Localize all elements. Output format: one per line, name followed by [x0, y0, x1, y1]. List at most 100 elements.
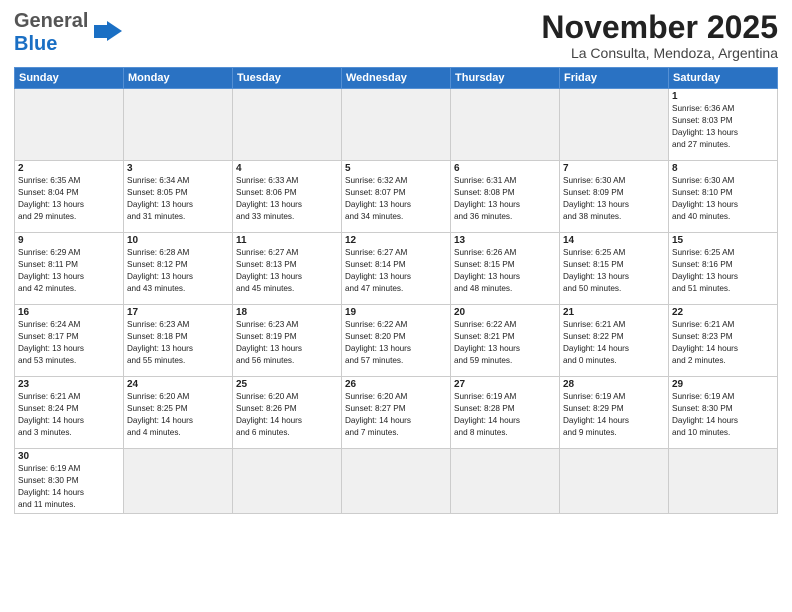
- table-row: 17Sunrise: 6:23 AMSunset: 8:18 PMDayligh…: [124, 305, 233, 377]
- table-row: [669, 449, 778, 514]
- table-row: 11Sunrise: 6:27 AMSunset: 8:13 PMDayligh…: [233, 233, 342, 305]
- table-row: [560, 449, 669, 514]
- table-row: 24Sunrise: 6:20 AMSunset: 8:25 PMDayligh…: [124, 377, 233, 449]
- day-number: 18: [236, 307, 338, 318]
- day-info: Sunrise: 6:27 AMSunset: 8:13 PMDaylight:…: [236, 247, 338, 295]
- day-number: 21: [563, 307, 665, 318]
- day-number: 7: [563, 163, 665, 174]
- table-row: 1Sunrise: 6:36 AMSunset: 8:03 PMDaylight…: [669, 89, 778, 161]
- day-number: 30: [18, 451, 120, 462]
- header-sunday: Sunday: [15, 68, 124, 89]
- day-info: Sunrise: 6:25 AMSunset: 8:15 PMDaylight:…: [563, 247, 665, 295]
- day-number: 17: [127, 307, 229, 318]
- day-info: Sunrise: 6:20 AMSunset: 8:27 PMDaylight:…: [345, 391, 447, 439]
- table-row: [15, 89, 124, 161]
- day-info: Sunrise: 6:22 AMSunset: 8:20 PMDaylight:…: [345, 319, 447, 367]
- table-row: 18Sunrise: 6:23 AMSunset: 8:19 PMDayligh…: [233, 305, 342, 377]
- day-number: 13: [454, 235, 556, 246]
- day-info: Sunrise: 6:23 AMSunset: 8:19 PMDaylight:…: [236, 319, 338, 367]
- day-info: Sunrise: 6:21 AMSunset: 8:22 PMDaylight:…: [563, 319, 665, 367]
- table-row: 2Sunrise: 6:35 AMSunset: 8:04 PMDaylight…: [15, 161, 124, 233]
- table-row: [342, 449, 451, 514]
- table-row: 22Sunrise: 6:21 AMSunset: 8:23 PMDayligh…: [669, 305, 778, 377]
- table-row: [560, 89, 669, 161]
- day-info: Sunrise: 6:34 AMSunset: 8:05 PMDaylight:…: [127, 175, 229, 223]
- table-row: 7Sunrise: 6:30 AMSunset: 8:09 PMDaylight…: [560, 161, 669, 233]
- header-saturday: Saturday: [669, 68, 778, 89]
- table-row: 28Sunrise: 6:19 AMSunset: 8:29 PMDayligh…: [560, 377, 669, 449]
- day-info: Sunrise: 6:21 AMSunset: 8:23 PMDaylight:…: [672, 319, 774, 367]
- table-row: 23Sunrise: 6:21 AMSunset: 8:24 PMDayligh…: [15, 377, 124, 449]
- calendar-table: Sunday Monday Tuesday Wednesday Thursday…: [14, 67, 778, 514]
- header-wednesday: Wednesday: [342, 68, 451, 89]
- day-number: 16: [18, 307, 120, 318]
- table-row: 4Sunrise: 6:33 AMSunset: 8:06 PMDaylight…: [233, 161, 342, 233]
- day-info: Sunrise: 6:24 AMSunset: 8:17 PMDaylight:…: [18, 319, 120, 367]
- day-info: Sunrise: 6:20 AMSunset: 8:25 PMDaylight:…: [127, 391, 229, 439]
- day-info: Sunrise: 6:21 AMSunset: 8:24 PMDaylight:…: [18, 391, 120, 439]
- table-row: [124, 449, 233, 514]
- day-number: 3: [127, 163, 229, 174]
- table-row: 26Sunrise: 6:20 AMSunset: 8:27 PMDayligh…: [342, 377, 451, 449]
- day-number: 27: [454, 379, 556, 390]
- table-row: 25Sunrise: 6:20 AMSunset: 8:26 PMDayligh…: [233, 377, 342, 449]
- table-row: 3Sunrise: 6:34 AMSunset: 8:05 PMDaylight…: [124, 161, 233, 233]
- day-number: 5: [345, 163, 447, 174]
- day-info: Sunrise: 6:22 AMSunset: 8:21 PMDaylight:…: [454, 319, 556, 367]
- table-row: 21Sunrise: 6:21 AMSunset: 8:22 PMDayligh…: [560, 305, 669, 377]
- title-block: November 2025 La Consulta, Mendoza, Arge…: [541, 10, 778, 61]
- day-info: Sunrise: 6:19 AMSunset: 8:28 PMDaylight:…: [454, 391, 556, 439]
- header: General Blue November 2025 La Consulta, …: [14, 10, 778, 61]
- table-row: 27Sunrise: 6:19 AMSunset: 8:28 PMDayligh…: [451, 377, 560, 449]
- day-info: Sunrise: 6:26 AMSunset: 8:15 PMDaylight:…: [454, 247, 556, 295]
- calendar-header-row: Sunday Monday Tuesday Wednesday Thursday…: [15, 68, 778, 89]
- table-row: 10Sunrise: 6:28 AMSunset: 8:12 PMDayligh…: [124, 233, 233, 305]
- day-number: 14: [563, 235, 665, 246]
- day-number: 9: [18, 235, 120, 246]
- day-number: 8: [672, 163, 774, 174]
- table-row: 15Sunrise: 6:25 AMSunset: 8:16 PMDayligh…: [669, 233, 778, 305]
- table-row: 6Sunrise: 6:31 AMSunset: 8:08 PMDaylight…: [451, 161, 560, 233]
- table-row: 8Sunrise: 6:30 AMSunset: 8:10 PMDaylight…: [669, 161, 778, 233]
- header-friday: Friday: [560, 68, 669, 89]
- day-number: 15: [672, 235, 774, 246]
- page-subtitle: La Consulta, Mendoza, Argentina: [541, 45, 778, 61]
- table-row: 19Sunrise: 6:22 AMSunset: 8:20 PMDayligh…: [342, 305, 451, 377]
- day-info: Sunrise: 6:36 AMSunset: 8:03 PMDaylight:…: [672, 103, 774, 151]
- day-info: Sunrise: 6:33 AMSunset: 8:06 PMDaylight:…: [236, 175, 338, 223]
- day-info: Sunrise: 6:30 AMSunset: 8:09 PMDaylight:…: [563, 175, 665, 223]
- day-number: 23: [18, 379, 120, 390]
- day-number: 24: [127, 379, 229, 390]
- day-info: Sunrise: 6:35 AMSunset: 8:04 PMDaylight:…: [18, 175, 120, 223]
- day-number: 11: [236, 235, 338, 246]
- day-info: Sunrise: 6:29 AMSunset: 8:11 PMDaylight:…: [18, 247, 120, 295]
- day-info: Sunrise: 6:23 AMSunset: 8:18 PMDaylight:…: [127, 319, 229, 367]
- day-number: 26: [345, 379, 447, 390]
- logo: General Blue: [14, 10, 122, 56]
- table-row: 29Sunrise: 6:19 AMSunset: 8:30 PMDayligh…: [669, 377, 778, 449]
- page-title: November 2025: [541, 10, 778, 45]
- header-monday: Monday: [124, 68, 233, 89]
- table-row: [451, 449, 560, 514]
- table-row: 14Sunrise: 6:25 AMSunset: 8:15 PMDayligh…: [560, 233, 669, 305]
- day-number: 10: [127, 235, 229, 246]
- logo-icon: [94, 17, 122, 50]
- day-info: Sunrise: 6:31 AMSunset: 8:08 PMDaylight:…: [454, 175, 556, 223]
- day-info: Sunrise: 6:19 AMSunset: 8:29 PMDaylight:…: [563, 391, 665, 439]
- day-number: 29: [672, 379, 774, 390]
- day-info: Sunrise: 6:25 AMSunset: 8:16 PMDaylight:…: [672, 247, 774, 295]
- day-number: 6: [454, 163, 556, 174]
- table-row: 12Sunrise: 6:27 AMSunset: 8:14 PMDayligh…: [342, 233, 451, 305]
- day-number: 19: [345, 307, 447, 318]
- day-number: 25: [236, 379, 338, 390]
- header-thursday: Thursday: [451, 68, 560, 89]
- day-info: Sunrise: 6:27 AMSunset: 8:14 PMDaylight:…: [345, 247, 447, 295]
- day-info: Sunrise: 6:20 AMSunset: 8:26 PMDaylight:…: [236, 391, 338, 439]
- day-info: Sunrise: 6:19 AMSunset: 8:30 PMDaylight:…: [18, 463, 120, 511]
- table-row: 9Sunrise: 6:29 AMSunset: 8:11 PMDaylight…: [15, 233, 124, 305]
- day-info: Sunrise: 6:28 AMSunset: 8:12 PMDaylight:…: [127, 247, 229, 295]
- day-info: Sunrise: 6:32 AMSunset: 8:07 PMDaylight:…: [345, 175, 447, 223]
- day-number: 4: [236, 163, 338, 174]
- table-row: 30Sunrise: 6:19 AMSunset: 8:30 PMDayligh…: [15, 449, 124, 514]
- table-row: 20Sunrise: 6:22 AMSunset: 8:21 PMDayligh…: [451, 305, 560, 377]
